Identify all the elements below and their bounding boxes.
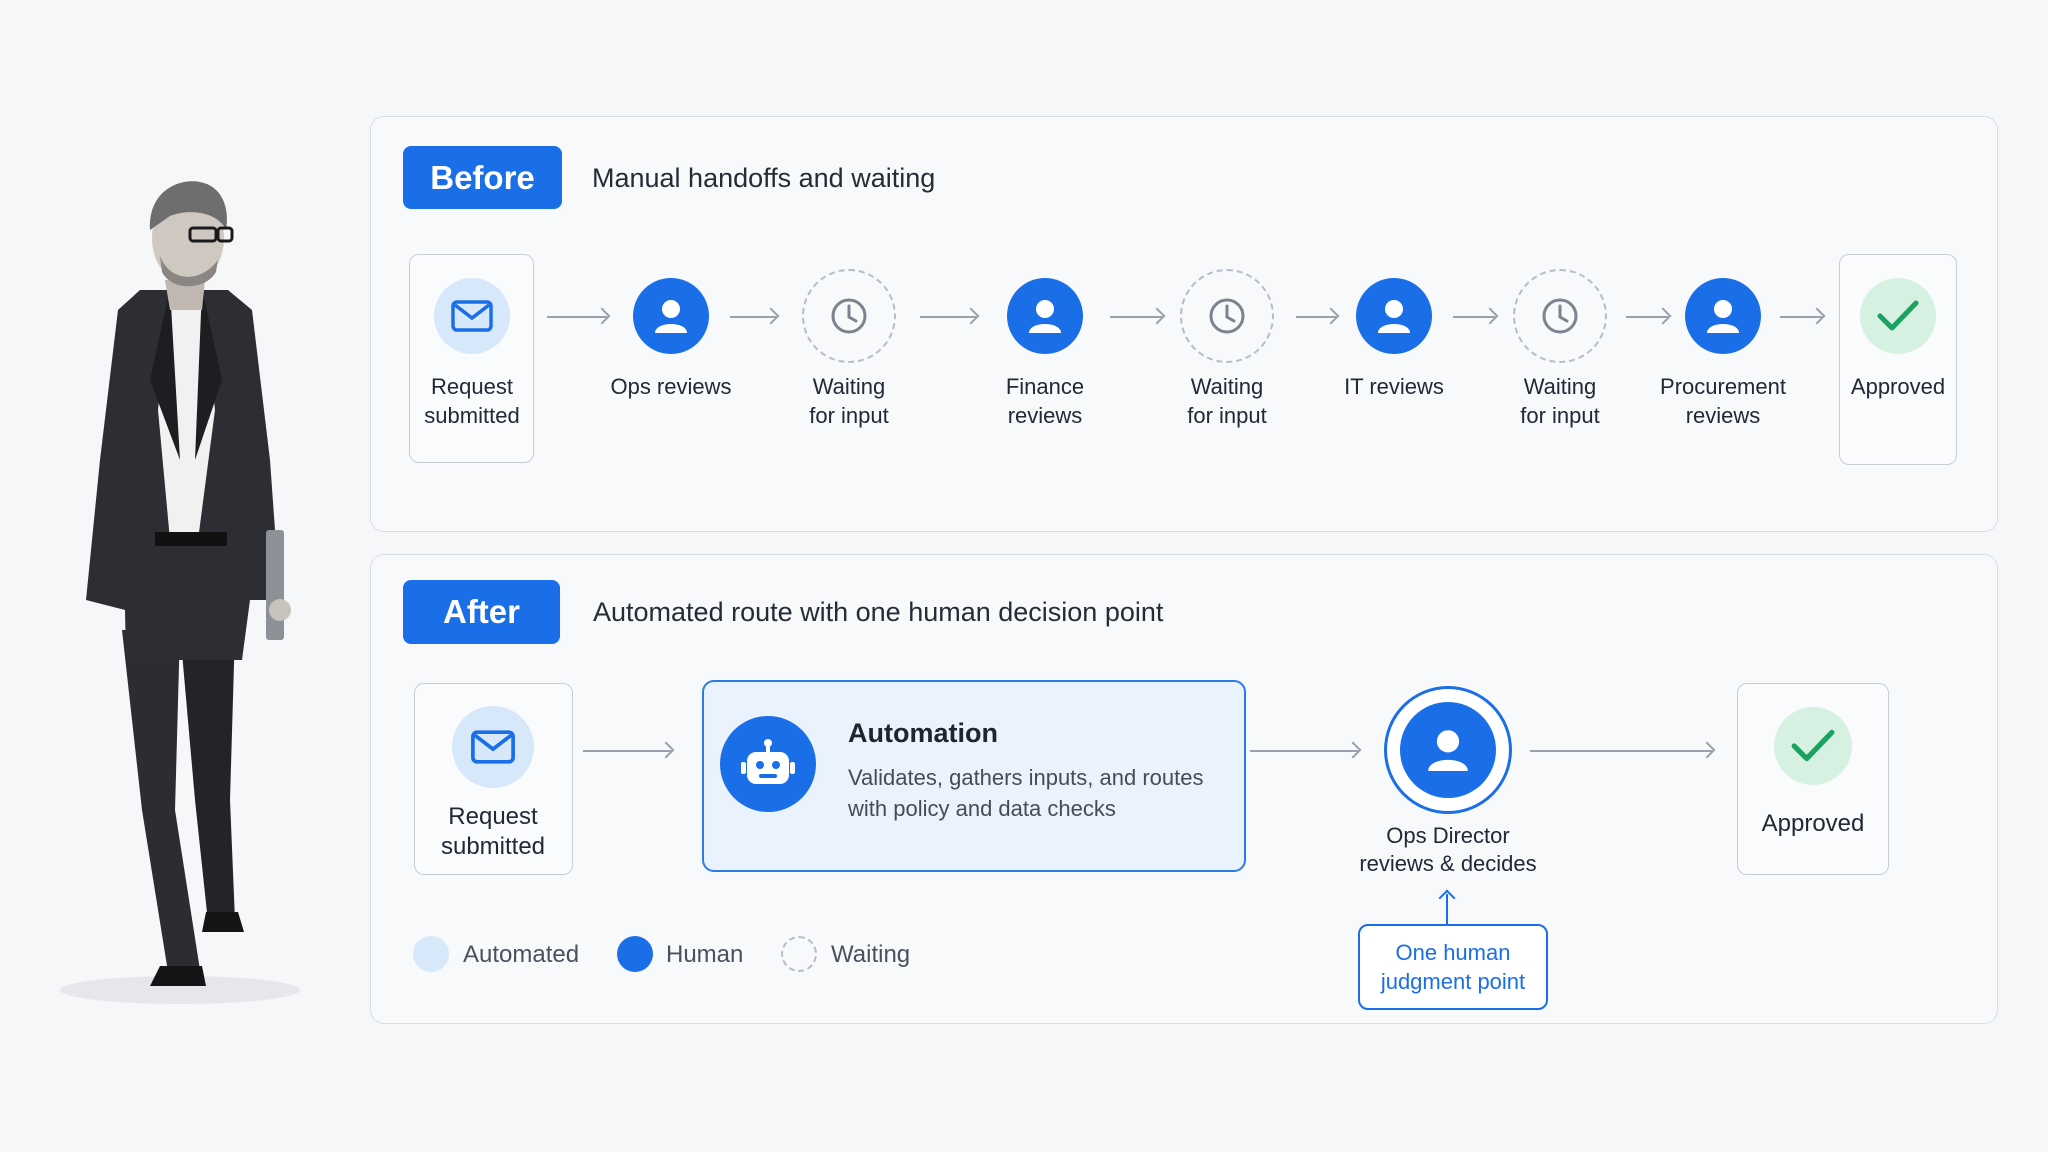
flow-arrow [1530, 750, 1712, 752]
before-tag: Before [403, 146, 562, 209]
step-label: Request submitted [424, 374, 520, 428]
clock-icon [1513, 269, 1607, 363]
flow-arrow [1110, 316, 1162, 318]
after-step-approved: Approved [1723, 707, 1903, 838]
legend-human-label: Human [666, 941, 744, 968]
flow-arrow [583, 750, 671, 752]
step-label: Finance reviews [1005, 374, 1085, 428]
checkmark-icon [1774, 707, 1852, 785]
checkmark-icon [1860, 278, 1936, 354]
envelope-icon [434, 278, 510, 354]
step-waiting: Waiting for input [759, 269, 939, 430]
step-label: Waiting for input [1187, 374, 1267, 428]
human-judgment-callout: One human judgment point [1358, 924, 1548, 1010]
after-tag: After [403, 580, 560, 644]
clock-icon [802, 269, 896, 363]
flow-arrow [920, 316, 976, 318]
flow-arrow [1780, 316, 1822, 318]
legend-automated-swatch [413, 936, 449, 972]
legend-automated-label: Automated [463, 941, 580, 968]
robot-icon [720, 716, 816, 812]
after-subtitle: Automated route with one human decision … [593, 597, 1164, 627]
step-label: Waiting for input [1520, 374, 1600, 428]
automation-title: Automation [848, 718, 998, 748]
step-label: Approved [1850, 374, 1946, 399]
flow-arrow [1296, 316, 1336, 318]
step-finance-reviews: Finance reviews [955, 278, 1135, 430]
step-procurement-reviews: Procurement reviews [1633, 278, 1813, 430]
person-icon [1356, 278, 1432, 354]
legend-waiting-label: Waiting [831, 941, 911, 968]
flow-arrow [1250, 750, 1358, 752]
step-ops-reviews: Ops reviews [581, 278, 761, 401]
step-waiting: Waiting for input [1137, 269, 1317, 430]
step-label: Waiting for input [809, 374, 889, 428]
step-label: Ops reviews [610, 374, 732, 399]
automation-box: Automation Validates, gathers inputs, an… [702, 680, 1246, 872]
step-approved: Approved [1808, 278, 1988, 401]
flow-arrow [1626, 316, 1668, 318]
step-it-reviews: IT reviews [1304, 278, 1484, 401]
step-request-submitted: Request submitted [382, 278, 562, 430]
step-label: IT reviews [1344, 374, 1444, 399]
clock-icon [1180, 269, 1274, 363]
ops-director-label: Ops Director reviews & decides [1359, 823, 1537, 876]
legend-human-swatch [617, 936, 653, 972]
person-icon [1007, 278, 1083, 354]
envelope-icon [452, 706, 534, 788]
step-label: Procurement reviews [1660, 374, 1786, 428]
person-icon [1685, 278, 1761, 354]
flow-arrow [1453, 316, 1495, 318]
flow-arrow [730, 316, 776, 318]
ops-director-node [1384, 686, 1512, 814]
person-icon [1400, 702, 1496, 798]
businessman-illustration [60, 181, 300, 1004]
automation-description: Validates, gathers inputs, and routes wi… [848, 765, 1204, 821]
step-label: Approved [1761, 810, 1865, 837]
after-step-request-submitted: Request submitted [401, 706, 585, 862]
flow-arrow [547, 316, 607, 318]
person-icon [633, 278, 709, 354]
legend-waiting-swatch [781, 936, 817, 972]
before-subtitle: Manual handoffs and waiting [592, 163, 936, 193]
step-label: Request submitted [440, 803, 546, 860]
step-waiting: Waiting for input [1470, 269, 1650, 430]
